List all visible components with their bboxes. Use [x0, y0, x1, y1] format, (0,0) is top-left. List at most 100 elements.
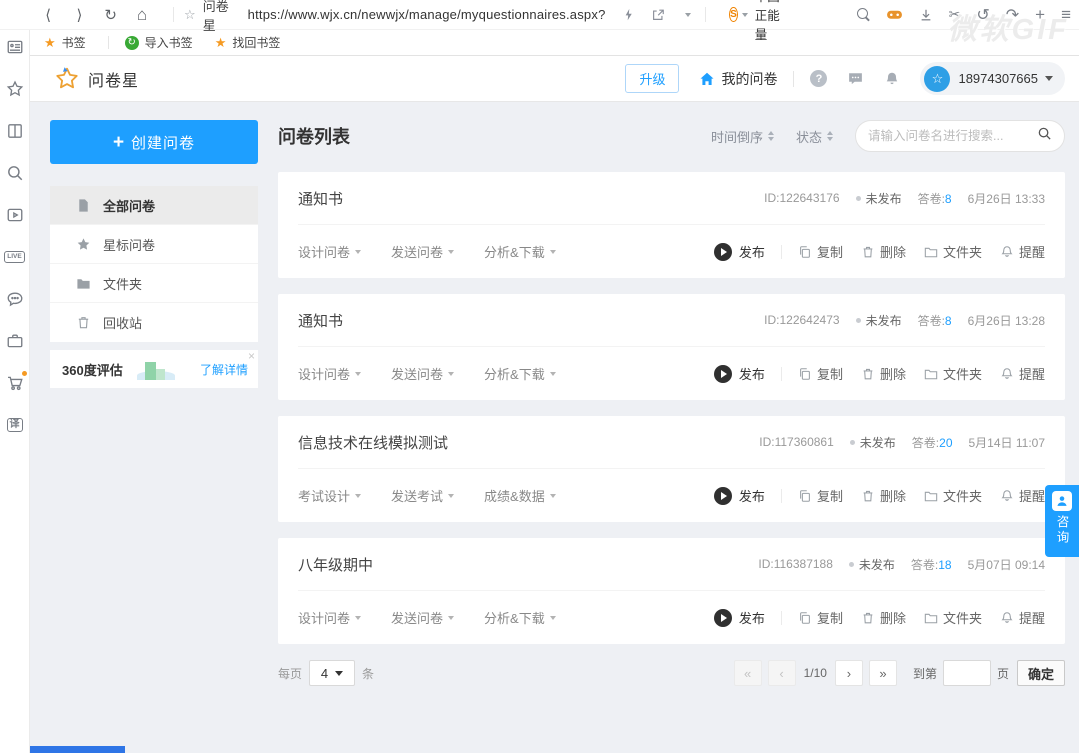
undo-icon[interactable]: ↺	[976, 5, 989, 25]
help-icon[interactable]: ?	[810, 70, 827, 87]
answers-count[interactable]: 答卷:8	[918, 190, 952, 207]
send-exam-menu[interactable]: 发送考试	[391, 486, 454, 505]
send-menu[interactable]: 发送问卷	[391, 242, 454, 261]
sidebar-item-all-questionnaires[interactable]: 全部问卷	[50, 186, 258, 225]
design-menu[interactable]: 设计问卷	[298, 364, 361, 383]
import-bookmarks-item[interactable]: ↻ 导入书签	[125, 34, 193, 51]
chat-bubble-icon[interactable]	[6, 290, 24, 308]
delete-button[interactable]: 删除	[861, 242, 906, 261]
sidebar-item-folders[interactable]: 文件夹	[50, 264, 258, 303]
my-questionnaires-nav[interactable]: 我的问卷	[699, 69, 777, 89]
folder-button[interactable]: 文件夹	[924, 486, 982, 505]
new-tab-icon[interactable]: +	[1035, 5, 1045, 25]
folder-button[interactable]: 文件夹	[924, 364, 982, 383]
questionnaire-title[interactable]: 通知书	[298, 188, 343, 209]
goto-page-input[interactable]	[943, 660, 991, 686]
questionnaire-title[interactable]: 信息技术在线模拟测试	[298, 432, 448, 453]
share-icon[interactable]	[651, 8, 665, 22]
remind-button[interactable]: 提醒	[1000, 486, 1045, 505]
shopping-cart-icon[interactable]	[6, 374, 24, 392]
create-questionnaire-button[interactable]: + 创建问卷	[50, 120, 258, 164]
remind-button[interactable]: 提醒	[1000, 608, 1045, 627]
answers-count[interactable]: 答卷:8	[918, 312, 952, 329]
search-input[interactable]	[868, 129, 1029, 143]
questionnaire-title[interactable]: 通知书	[298, 310, 343, 331]
search-engine-selector[interactable]: S 中国正能量	[729, 0, 785, 43]
reading-list-icon[interactable]	[6, 38, 24, 56]
search-icon[interactable]	[6, 164, 24, 182]
status-filter[interactable]: 状态	[796, 127, 833, 146]
publish-button[interactable]: 发布	[714, 608, 765, 627]
download-icon[interactable]	[919, 8, 933, 22]
copy-button[interactable]: 复制	[798, 364, 843, 383]
publish-button[interactable]: 发布	[714, 486, 765, 505]
video-icon[interactable]	[6, 206, 24, 224]
delete-button[interactable]: 删除	[861, 608, 906, 627]
delete-button[interactable]: 删除	[861, 364, 906, 383]
home-icon[interactable]: ⌂	[132, 5, 152, 25]
bookmark-item[interactable]: ★ 书签	[44, 34, 86, 51]
upgrade-button[interactable]: 升级	[625, 64, 679, 93]
sidebar-item-trash[interactable]: 回收站	[50, 303, 258, 342]
consult-floating-button[interactable]: 咨询	[1045, 485, 1079, 557]
lightning-icon[interactable]	[622, 8, 635, 21]
promo-link[interactable]: 了解详情	[200, 361, 248, 378]
copy-button[interactable]: 复制	[798, 486, 843, 505]
forward-icon[interactable]: ⟩	[69, 6, 89, 24]
url-text[interactable]: https://www.wjx.cn/newwjx/manage/myquest…	[248, 7, 606, 22]
analyze-menu[interactable]: 分析&下载	[484, 242, 556, 261]
next-page-button[interactable]: ›	[835, 660, 863, 686]
messages-icon[interactable]	[847, 70, 864, 87]
scores-data-menu[interactable]: 成绩&数据	[484, 486, 556, 505]
redo-icon[interactable]: ↷	[1006, 5, 1019, 25]
divider	[793, 71, 794, 87]
recover-bookmarks-item[interactable]: ★ 找回书签	[215, 34, 281, 51]
confirm-button[interactable]: 确定	[1017, 660, 1065, 686]
user-account-menu[interactable]: ☆ 18974307665	[920, 62, 1065, 95]
screenshot-scissors-icon[interactable]: ✂	[949, 6, 961, 23]
first-page-button[interactable]: «	[734, 660, 762, 686]
games-icon[interactable]	[886, 6, 903, 23]
menu-icon[interactable]: ≡	[1061, 5, 1071, 25]
send-menu[interactable]: 发送问卷	[391, 364, 454, 383]
analyze-menu[interactable]: 分析&下载	[484, 364, 556, 383]
folder-button[interactable]: 文件夹	[924, 608, 982, 627]
exam-design-menu[interactable]: 考试设计	[298, 486, 361, 505]
analyze-menu[interactable]: 分析&下载	[484, 608, 556, 627]
notifications-bell-icon[interactable]	[884, 71, 900, 87]
live-icon[interactable]: LIVE	[6, 248, 24, 266]
send-menu[interactable]: 发送问卷	[391, 608, 454, 627]
chevron-down-icon[interactable]	[681, 13, 691, 17]
answers-count[interactable]: 答卷:18	[911, 556, 952, 573]
last-page-button[interactable]: »	[869, 660, 897, 686]
answers-count[interactable]: 答卷:20	[912, 434, 953, 451]
translate-icon[interactable]: 译	[6, 416, 24, 434]
sidebar-item-starred[interactable]: 星标问卷	[50, 225, 258, 264]
folder-button[interactable]: 文件夹	[924, 242, 982, 261]
design-menu[interactable]: 设计问卷	[298, 608, 361, 627]
promo-360-card[interactable]: 360度评估 了解详情 ×	[50, 350, 258, 388]
back-icon[interactable]: ⟨	[38, 6, 58, 24]
questionnaire-title[interactable]: 八年级期中	[298, 554, 373, 575]
publish-button[interactable]: 发布	[714, 242, 765, 261]
design-menu[interactable]: 设计问卷	[298, 242, 361, 261]
search-icon[interactable]	[857, 8, 870, 21]
delete-button[interactable]: 删除	[861, 486, 906, 505]
favorites-star-icon[interactable]	[6, 80, 24, 98]
engine-keyword[interactable]: 中国正能量	[755, 0, 785, 43]
prev-page-button[interactable]: ‹	[768, 660, 796, 686]
close-icon[interactable]: ×	[248, 350, 255, 362]
wjx-logo[interactable]: 问卷星	[54, 66, 139, 92]
search-icon[interactable]	[1037, 126, 1052, 146]
remind-button[interactable]: 提醒	[1000, 364, 1045, 383]
publish-button[interactable]: 发布	[714, 364, 765, 383]
briefcase-icon[interactable]	[6, 332, 24, 350]
refresh-icon[interactable]: ↻	[101, 6, 121, 24]
copy-button[interactable]: 复制	[798, 608, 843, 627]
per-page-select[interactable]: 4	[309, 660, 355, 686]
remind-button[interactable]: 提醒	[1000, 242, 1045, 261]
book-icon[interactable]	[6, 122, 24, 140]
favorite-star-icon[interactable]: ☆	[184, 7, 196, 23]
copy-button[interactable]: 复制	[798, 242, 843, 261]
sort-filter[interactable]: 时间倒序	[711, 127, 774, 146]
